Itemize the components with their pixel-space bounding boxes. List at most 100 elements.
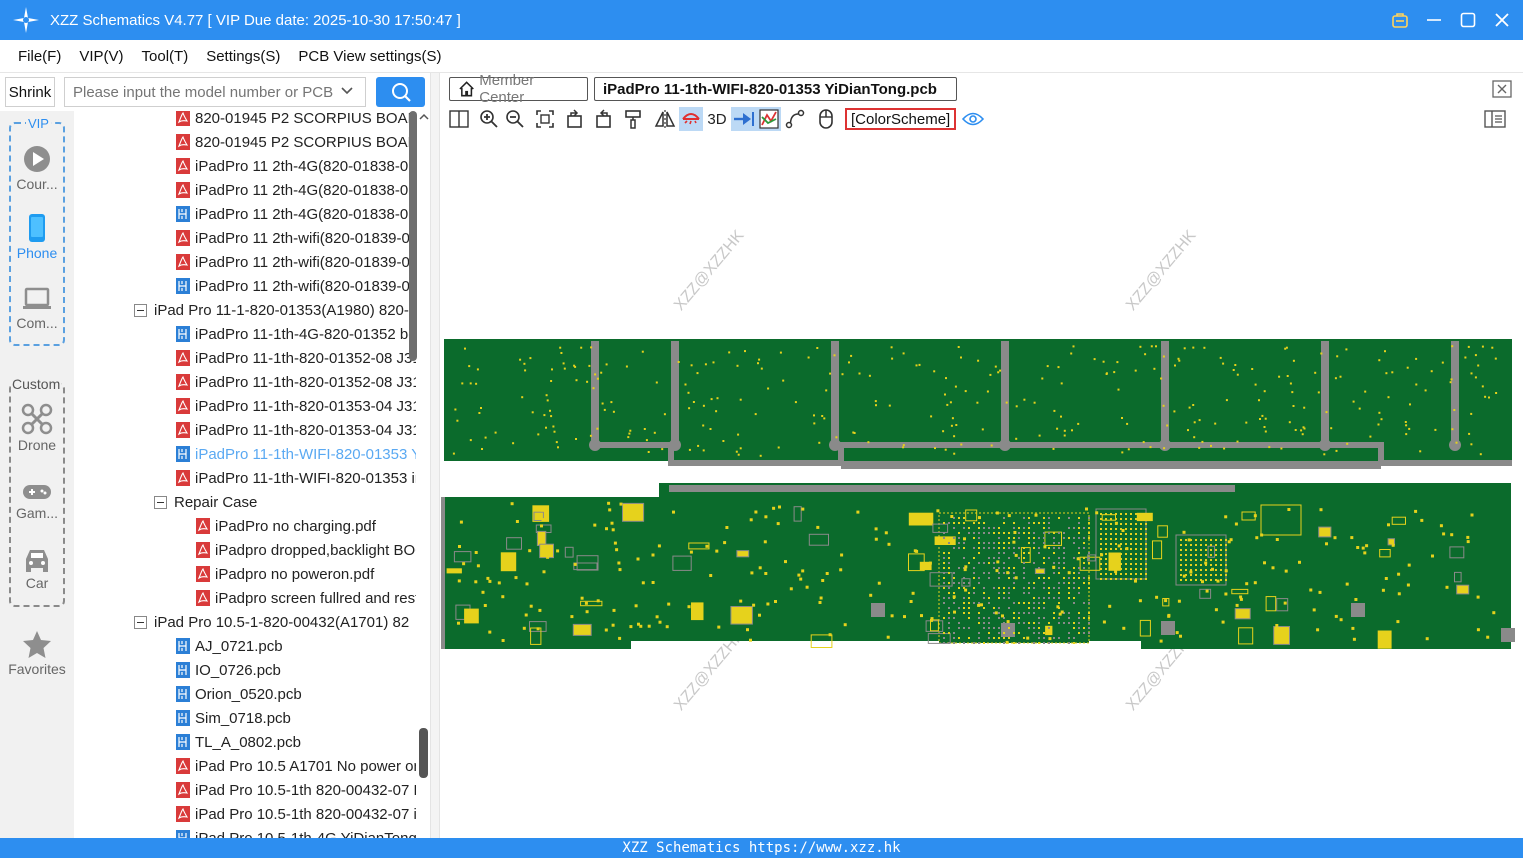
bga-ball [1180,574,1182,576]
tree-folder[interactable]: iPad Pro 11-1-820-01353(A1980) 820- [134,298,416,322]
split-view-button[interactable] [447,107,471,131]
tree-file[interactable]: iPadPro 11 2th-wifi(820-01839-03) [176,250,416,274]
tree-file[interactable]: iPadPro 11-1th-820-01352-08 J318 [176,346,416,370]
pad [1125,547,1129,551]
collapse-toggle-icon[interactable] [134,615,147,629]
tree-file[interactable]: iPadpro screen fullred and resta [196,586,416,610]
status-bar: XZZ Schematics https://www.xzz.hk [0,838,1523,858]
tree-file[interactable]: iPad Pro 10.5-1th-4G YiDianTong.p [176,826,416,838]
maximize-button[interactable] [1457,9,1479,31]
tree-file[interactable]: iPadPro 11-1th-WIFI-820-01353 YI [176,442,416,466]
menu-file[interactable]: File(F) [18,48,61,65]
tree-folder[interactable]: iPad Pro 10.5-1-820-00432(A1701) 82 [134,610,416,634]
rotate-left-button[interactable] [563,107,587,131]
minimize-button[interactable] [1423,9,1445,31]
tree-file[interactable]: TL_A_0802.pcb [176,730,416,754]
sidebar-item-drone[interactable]: Drone [0,403,74,453]
close-button[interactable] [1491,9,1513,31]
tab-active-pcb[interactable]: iPadPro 11-1th-WIFI-820-01353 YiDianTong… [594,77,957,101]
search-input[interactable] [64,77,366,107]
bga-ball [1078,537,1080,539]
tree-file[interactable]: iPadpro dropped,backlight BOC [196,538,416,562]
tree-scrollbar-horizontal-thumb[interactable] [409,111,417,361]
sidebar-item-game[interactable]: Gam... [0,481,74,521]
tree-file[interactable]: Orion_0520.pcb [176,682,416,706]
mouse-mode-button[interactable] [814,107,838,131]
pad [1336,355,1339,358]
menu-settings[interactable]: Settings(S) [206,48,280,65]
chevron-down-icon[interactable] [340,84,354,98]
sidebar-item-car[interactable]: Car [0,545,74,591]
menu-vip[interactable]: VIP(V) [79,48,123,65]
mirror-button[interactable] [653,107,677,131]
tree-file[interactable]: iPadPro no charging.pdf [196,514,416,538]
sidebar-item-computer[interactable]: Com... [0,285,74,331]
bga-ball [1125,513,1127,515]
bga-ball [988,572,990,574]
tree-file[interactable]: 820-01945 P2 SCORPIUS BOARD 1( [176,111,416,130]
menu-tool[interactable]: Tool(T) [142,48,189,65]
3d-view-button[interactable]: 3D [705,107,729,131]
sidebar-item-phone[interactable]: Phone [0,213,74,261]
top-layer-button[interactable] [679,107,703,131]
pad [549,409,551,412]
tree-scrollbar-thumb[interactable] [419,728,428,778]
tree-file[interactable]: iPadPro 11 2th-wifi(820-01839-03) [176,274,416,298]
tree-file[interactable]: iPadpro no poweron.pdf [196,562,416,586]
tree-file[interactable]: AJ_0721.pcb [176,634,416,658]
panel-splitter[interactable] [430,73,440,838]
tree-file[interactable]: iPadPro 11-1th-WIFI-820-01353 im [176,466,416,490]
zoom-in-button[interactable] [477,107,501,131]
tree-file[interactable]: iPad Pro 10.5-1th 820-00432-07 PC [176,778,416,802]
tree-file[interactable]: iPad Pro 10.5 A1701 No power on.p [176,754,416,778]
collapse-toggle-icon[interactable] [154,495,167,509]
bga-ball [1190,544,1192,546]
pad [1245,582,1249,586]
tree-file[interactable]: iPadPro 11 2th-4G(820-01838-06) I [176,154,416,178]
pad [1223,447,1226,450]
tree-file[interactable]: iPad Pro 10.5-1th 820-00432-07 im [176,802,416,826]
fit-view-button[interactable] [533,107,557,131]
tree-file[interactable]: iPadPro 11 2th-4G(820-01838-06) ! [176,178,416,202]
pcb-canvas[interactable]: XZZ@XZZHK XZZ@XZZHK XZZ@XZZHK XZZ@XZZHK [441,133,1523,838]
bga-ball [998,552,1000,554]
tree-file[interactable]: iPadPro 11 2th-4G(820-01838-06).p [176,202,416,226]
bga-ball [1135,528,1137,530]
pcb-board-drawing[interactable] [441,133,1523,838]
tree-file[interactable]: IO_0726.pcb [176,658,416,682]
bga-ball [1023,547,1025,549]
visibility-button[interactable] [961,107,985,131]
zoom-out-button[interactable] [503,107,527,131]
search-button[interactable] [376,77,425,107]
scroll-up-icon[interactable] [419,112,429,122]
sidebar-item-courses[interactable]: Cour... [0,144,74,192]
paint-brush-button[interactable] [621,107,645,131]
net-highlight-button[interactable] [731,107,757,131]
measure-button[interactable] [783,107,807,131]
bga-ball [1028,592,1030,594]
tree-file[interactable]: iPadPro 11 2th-wifi(820-01839-03) [176,226,416,250]
tree-file[interactable]: iPadPro 11-1th-820-01353-04 J317 [176,418,416,442]
tree-file[interactable]: iPadPro 11-1th-820-01353-04 J317 [176,394,416,418]
bga-ball [1130,573,1132,575]
collapse-toggle-icon[interactable] [134,303,147,317]
tree-file[interactable]: Sim_0718.pcb [176,706,416,730]
tree-folder[interactable]: Repair Case [154,490,416,514]
sidebar-item-favorites[interactable]: Favorites [0,629,74,677]
close-tab-panel-icon[interactable] [1492,80,1512,98]
color-scheme-button[interactable]: [ColorScheme] [845,108,957,130]
pad [1466,535,1470,539]
pcb-color-icon [759,109,779,129]
shrink-button[interactable]: Shrink [5,77,55,107]
vip-bag-icon[interactable] [1389,9,1411,31]
menu-pcb-view-settings[interactable]: PCB View settings(S) [298,48,441,65]
rotate-right-button[interactable] [591,107,615,131]
bga-ball [1200,569,1202,571]
side-panel-toggle-button[interactable] [1483,107,1507,131]
diode-mode-button[interactable] [757,107,781,131]
tree-file[interactable]: iPadPro 11-1th-4G-820-01352 boa [176,322,416,346]
bga-ball [968,527,970,529]
tab-member-center[interactable]: Member Center [449,72,588,106]
tree-file[interactable]: 820-01945 P2 SCORPIUS BOARD 1( [176,130,416,154]
tree-file[interactable]: iPadPro 11-1th-820-01352-08 J318 [176,370,416,394]
